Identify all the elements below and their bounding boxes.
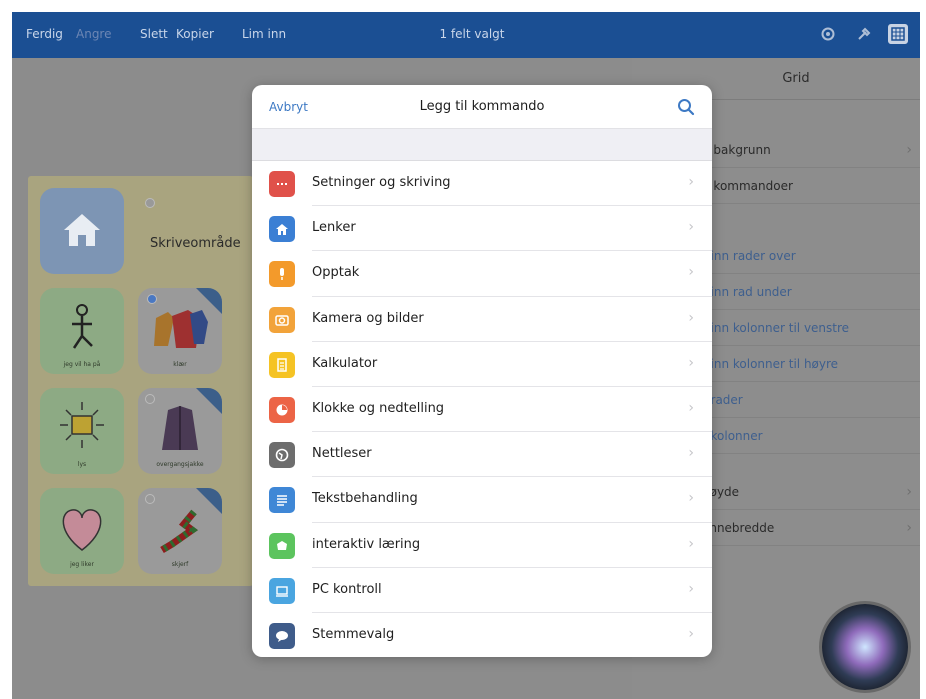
cell-label: lys — [77, 461, 87, 468]
undo-button[interactable]: Angre — [76, 27, 111, 41]
command-item-calculator[interactable]: Kalkulator › — [252, 342, 712, 387]
symbol-cell-want-to-wear[interactable]: jeg vil ha på — [40, 288, 124, 374]
command-list: Setninger og skriving › Lenker › Opptak … — [252, 161, 712, 657]
command-item-clock[interactable]: Klokke og nedtelling › — [252, 387, 712, 433]
row-label: t inn rad under — [702, 284, 792, 299]
done-button[interactable]: Ferdig — [26, 27, 63, 41]
writing-area-label: Skriveområde — [150, 236, 241, 251]
command-item-voice-selection[interactable]: Stemmevalg › — [252, 613, 712, 657]
chevron-right-icon: › — [906, 519, 912, 536]
command-label: PC kontroll — [312, 581, 382, 597]
tools-icon[interactable] — [854, 24, 874, 44]
chevron-right-icon: › — [688, 580, 694, 597]
paste-button[interactable]: Lim inn — [242, 27, 286, 41]
top-toolbar: Ferdig Angre Slett Kopier Lim inn 1 felt… — [12, 12, 920, 58]
chevron-right-icon: › — [688, 625, 694, 642]
dialog-header: Avbryt Legg til kommando — [252, 85, 712, 129]
chevron-right-icon: › — [906, 483, 912, 500]
pc-icon — [269, 577, 295, 604]
symbol-cell-i-like[interactable]: jeg liker — [40, 488, 124, 574]
chevron-right-icon: › — [688, 354, 694, 371]
sentence-icon — [269, 171, 295, 197]
search-icon[interactable] — [676, 97, 696, 117]
cell-label: jeg liker — [70, 561, 94, 568]
selection-dot[interactable] — [145, 198, 155, 208]
command-label: Tekstbehandling — [312, 491, 418, 507]
row-label: d bakgrunn — [702, 142, 771, 157]
dialog-title: Legg til kommando — [419, 99, 545, 114]
selection-dot[interactable] — [145, 494, 155, 504]
chevron-right-icon: › — [688, 445, 694, 462]
chevron-right-icon: › — [688, 309, 694, 326]
command-item-sentences[interactable]: Setninger og skriving › — [252, 161, 712, 207]
copy-button[interactable]: Kopier — [176, 27, 214, 41]
row-label: t inn kolonner til høyre — [702, 356, 839, 371]
command-label: interaktiv læring — [312, 536, 421, 552]
command-item-recording[interactable]: Opptak › — [252, 251, 712, 297]
speech-icon — [269, 622, 295, 649]
selection-dot[interactable] — [145, 394, 155, 404]
text-icon — [269, 487, 295, 514]
cell-label: overgangsjakke — [156, 461, 204, 468]
settings-icon[interactable] — [818, 24, 838, 44]
camera-icon — [269, 306, 295, 333]
clock-icon — [269, 396, 295, 423]
row-label: t inn rader over — [702, 248, 796, 263]
command-label: Setninger og skriving — [312, 175, 451, 190]
section-spacer — [252, 129, 712, 161]
command-label: Kamera og bilder — [312, 310, 424, 326]
command-label: Lenker — [312, 220, 356, 236]
home-cell[interactable] — [40, 188, 124, 274]
command-label: Kalkulator — [312, 355, 378, 371]
calculator-icon — [269, 351, 295, 378]
command-item-browser[interactable]: Nettleser › — [252, 432, 712, 478]
command-item-camera[interactable]: Kamera og bilder › — [252, 297, 712, 342]
command-item-text-processing[interactable]: Tekstbehandling › — [252, 477, 712, 523]
symbol-cell-light[interactable]: lys — [40, 388, 124, 474]
row-label: onnebredde — [702, 520, 775, 535]
selection-dot[interactable] — [147, 294, 157, 304]
folder-flag — [196, 288, 222, 314]
microphone-icon — [269, 261, 295, 288]
delete-button[interactable]: Slett — [140, 27, 168, 41]
ipad-screen: Ferdig Angre Slett Kopier Lim inn 1 felt… — [12, 12, 920, 699]
siri-orb-icon[interactable] — [822, 604, 908, 690]
grid-view-icon[interactable] — [888, 24, 908, 44]
browser-icon — [269, 442, 295, 469]
cell-label: jeg vil ha på — [63, 361, 101, 368]
learning-icon — [269, 532, 295, 559]
chevron-right-icon: › — [688, 219, 694, 236]
chevron-right-icon: › — [906, 141, 912, 158]
command-label: Nettleser — [312, 446, 372, 462]
command-label: Klokke og nedtelling — [312, 400, 445, 416]
cell-label: klær — [173, 361, 187, 368]
folder-flag — [196, 388, 222, 414]
command-item-pc-control[interactable]: PC kontroll › — [252, 568, 712, 613]
folder-flag — [196, 488, 222, 514]
cell-label: skjerf — [171, 561, 189, 568]
chevron-right-icon: › — [688, 535, 694, 552]
chevron-right-icon: › — [688, 264, 694, 281]
row-label: d kommandoer — [702, 178, 793, 193]
command-label: Opptak — [312, 265, 360, 281]
selection-title: 1 felt valgt — [439, 27, 505, 41]
chevron-right-icon: › — [688, 490, 694, 507]
add-command-dialog: Avbryt Legg til kommando Setninger og sk… — [252, 85, 712, 657]
chevron-right-icon: › — [688, 174, 694, 190]
screen: Ferdig Angre Slett Kopier Lim inn 1 felt… — [0, 0, 926, 699]
command-item-links[interactable]: Lenker › — [252, 206, 712, 252]
command-label: Stemmevalg — [312, 626, 395, 642]
command-item-interactive-learning[interactable]: interaktiv læring › — [252, 523, 712, 568]
chevron-right-icon: › — [688, 399, 694, 416]
home-icon — [269, 216, 295, 243]
row-label: t inn kolonner til venstre — [702, 320, 850, 335]
